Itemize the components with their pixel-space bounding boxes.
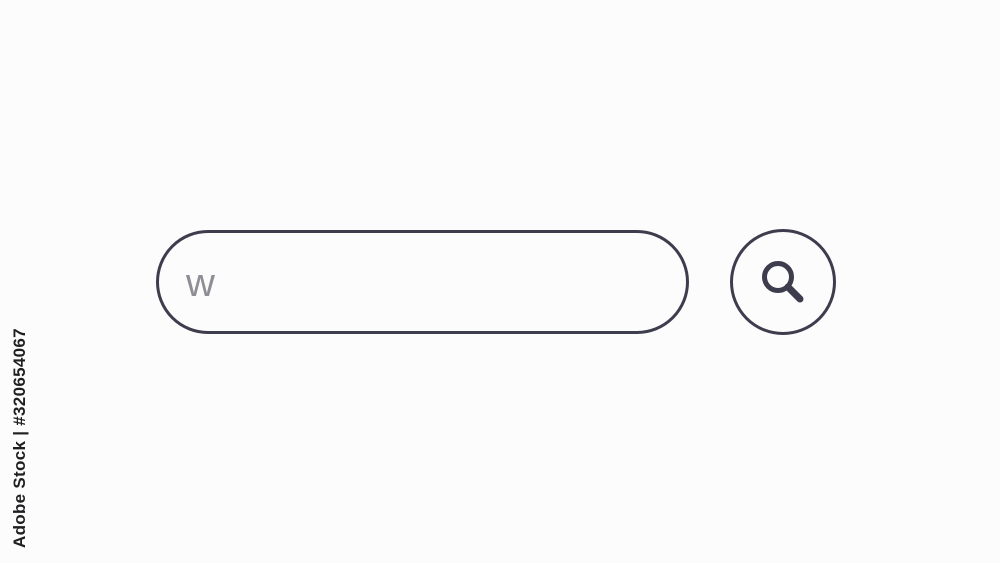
search-screen: w Adobe Stock | #320654067 bbox=[0, 0, 1000, 563]
search-input-value: w bbox=[186, 261, 216, 305]
search-button[interactable] bbox=[730, 229, 836, 335]
stock-credit-label: Adobe Stock | #320654067 bbox=[10, 328, 29, 548]
search-input[interactable]: w bbox=[156, 230, 689, 334]
magnifier-icon bbox=[762, 261, 804, 303]
